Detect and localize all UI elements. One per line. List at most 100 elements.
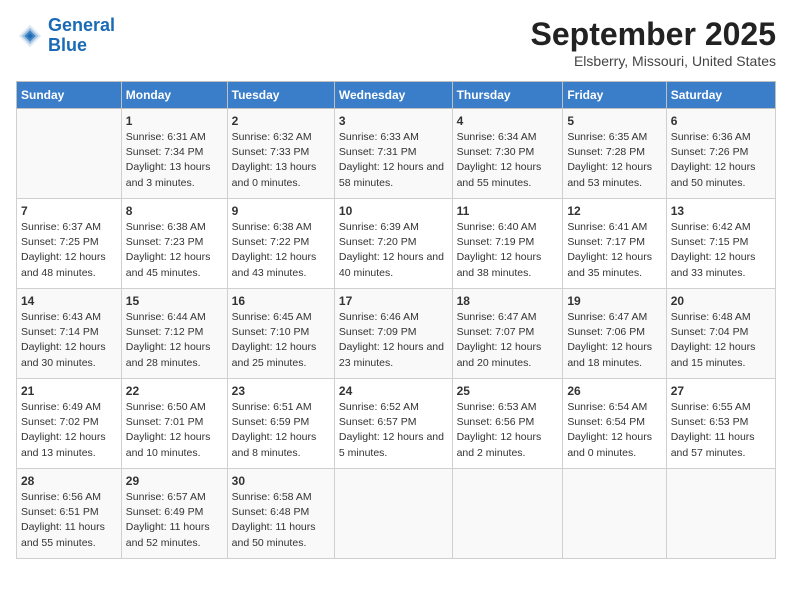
day-info: Sunrise: 6:47 AMSunset: 7:07 PMDaylight:… (457, 310, 559, 371)
calendar-cell (666, 469, 775, 559)
calendar-cell: 10 Sunrise: 6:39 AMSunset: 7:20 PMDaylig… (334, 199, 452, 289)
day-number: 22 (126, 384, 223, 398)
day-info: Sunrise: 6:53 AMSunset: 6:56 PMDaylight:… (457, 400, 559, 461)
calendar-week-2: 7 Sunrise: 6:37 AMSunset: 7:25 PMDayligh… (17, 199, 776, 289)
day-number: 2 (232, 114, 330, 128)
calendar-cell: 25 Sunrise: 6:53 AMSunset: 6:56 PMDaylig… (452, 379, 563, 469)
day-number: 19 (567, 294, 661, 308)
day-number: 3 (339, 114, 448, 128)
calendar-cell: 18 Sunrise: 6:47 AMSunset: 7:07 PMDaylig… (452, 289, 563, 379)
header-row: Sunday Monday Tuesday Wednesday Thursday… (17, 82, 776, 109)
day-info: Sunrise: 6:42 AMSunset: 7:15 PMDaylight:… (671, 220, 771, 281)
calendar-cell (17, 109, 122, 199)
day-number: 11 (457, 204, 559, 218)
calendar-cell: 7 Sunrise: 6:37 AMSunset: 7:25 PMDayligh… (17, 199, 122, 289)
header-monday: Monday (121, 82, 227, 109)
calendar-cell: 20 Sunrise: 6:48 AMSunset: 7:04 PMDaylig… (666, 289, 775, 379)
day-number: 17 (339, 294, 448, 308)
day-info: Sunrise: 6:41 AMSunset: 7:17 PMDaylight:… (567, 220, 661, 281)
day-info: Sunrise: 6:50 AMSunset: 7:01 PMDaylight:… (126, 400, 223, 461)
logo-text: General Blue (48, 16, 115, 56)
page-header: General Blue September 2025 Elsberry, Mi… (16, 16, 776, 69)
calendar-cell: 17 Sunrise: 6:46 AMSunset: 7:09 PMDaylig… (334, 289, 452, 379)
calendar-cell: 22 Sunrise: 6:50 AMSunset: 7:01 PMDaylig… (121, 379, 227, 469)
day-info: Sunrise: 6:37 AMSunset: 7:25 PMDaylight:… (21, 220, 117, 281)
calendar-table: Sunday Monday Tuesday Wednesday Thursday… (16, 81, 776, 559)
calendar-cell: 15 Sunrise: 6:44 AMSunset: 7:12 PMDaylig… (121, 289, 227, 379)
calendar-cell: 4 Sunrise: 6:34 AMSunset: 7:30 PMDayligh… (452, 109, 563, 199)
header-tuesday: Tuesday (227, 82, 334, 109)
day-info: Sunrise: 6:31 AMSunset: 7:34 PMDaylight:… (126, 130, 223, 191)
header-friday: Friday (563, 82, 666, 109)
day-info: Sunrise: 6:40 AMSunset: 7:19 PMDaylight:… (457, 220, 559, 281)
day-info: Sunrise: 6:57 AMSunset: 6:49 PMDaylight:… (126, 490, 223, 551)
calendar-cell: 16 Sunrise: 6:45 AMSunset: 7:10 PMDaylig… (227, 289, 334, 379)
calendar-week-5: 28 Sunrise: 6:56 AMSunset: 6:51 PMDaylig… (17, 469, 776, 559)
day-info: Sunrise: 6:47 AMSunset: 7:06 PMDaylight:… (567, 310, 661, 371)
header-saturday: Saturday (666, 82, 775, 109)
title-block: September 2025 Elsberry, Missouri, Unite… (531, 16, 776, 69)
day-info: Sunrise: 6:38 AMSunset: 7:22 PMDaylight:… (232, 220, 330, 281)
calendar-cell: 26 Sunrise: 6:54 AMSunset: 6:54 PMDaylig… (563, 379, 666, 469)
day-number: 16 (232, 294, 330, 308)
calendar-week-3: 14 Sunrise: 6:43 AMSunset: 7:14 PMDaylig… (17, 289, 776, 379)
calendar-header: Sunday Monday Tuesday Wednesday Thursday… (17, 82, 776, 109)
calendar-cell: 9 Sunrise: 6:38 AMSunset: 7:22 PMDayligh… (227, 199, 334, 289)
day-number: 12 (567, 204, 661, 218)
calendar-cell: 28 Sunrise: 6:56 AMSunset: 6:51 PMDaylig… (17, 469, 122, 559)
logo-icon (16, 22, 44, 50)
day-info: Sunrise: 6:43 AMSunset: 7:14 PMDaylight:… (21, 310, 117, 371)
calendar-cell: 2 Sunrise: 6:32 AMSunset: 7:33 PMDayligh… (227, 109, 334, 199)
calendar-subtitle: Elsberry, Missouri, United States (531, 53, 776, 69)
calendar-cell: 6 Sunrise: 6:36 AMSunset: 7:26 PMDayligh… (666, 109, 775, 199)
day-info: Sunrise: 6:55 AMSunset: 6:53 PMDaylight:… (671, 400, 771, 461)
header-sunday: Sunday (17, 82, 122, 109)
day-info: Sunrise: 6:48 AMSunset: 7:04 PMDaylight:… (671, 310, 771, 371)
header-thursday: Thursday (452, 82, 563, 109)
day-number: 7 (21, 204, 117, 218)
day-number: 28 (21, 474, 117, 488)
calendar-cell: 21 Sunrise: 6:49 AMSunset: 7:02 PMDaylig… (17, 379, 122, 469)
calendar-cell: 12 Sunrise: 6:41 AMSunset: 7:17 PMDaylig… (563, 199, 666, 289)
day-info: Sunrise: 6:32 AMSunset: 7:33 PMDaylight:… (232, 130, 330, 191)
calendar-cell: 29 Sunrise: 6:57 AMSunset: 6:49 PMDaylig… (121, 469, 227, 559)
day-number: 18 (457, 294, 559, 308)
day-info: Sunrise: 6:35 AMSunset: 7:28 PMDaylight:… (567, 130, 661, 191)
day-number: 29 (126, 474, 223, 488)
calendar-cell: 27 Sunrise: 6:55 AMSunset: 6:53 PMDaylig… (666, 379, 775, 469)
day-info: Sunrise: 6:44 AMSunset: 7:12 PMDaylight:… (126, 310, 223, 371)
day-number: 1 (126, 114, 223, 128)
calendar-cell: 23 Sunrise: 6:51 AMSunset: 6:59 PMDaylig… (227, 379, 334, 469)
day-info: Sunrise: 6:46 AMSunset: 7:09 PMDaylight:… (339, 310, 448, 371)
day-info: Sunrise: 6:36 AMSunset: 7:26 PMDaylight:… (671, 130, 771, 191)
logo: General Blue (16, 16, 115, 56)
day-info: Sunrise: 6:56 AMSunset: 6:51 PMDaylight:… (21, 490, 117, 551)
day-info: Sunrise: 6:58 AMSunset: 6:48 PMDaylight:… (232, 490, 330, 551)
calendar-week-1: 1 Sunrise: 6:31 AMSunset: 7:34 PMDayligh… (17, 109, 776, 199)
calendar-cell: 19 Sunrise: 6:47 AMSunset: 7:06 PMDaylig… (563, 289, 666, 379)
day-info: Sunrise: 6:51 AMSunset: 6:59 PMDaylight:… (232, 400, 330, 461)
day-number: 13 (671, 204, 771, 218)
day-number: 27 (671, 384, 771, 398)
day-number: 25 (457, 384, 559, 398)
day-number: 21 (21, 384, 117, 398)
day-number: 9 (232, 204, 330, 218)
day-number: 26 (567, 384, 661, 398)
header-wednesday: Wednesday (334, 82, 452, 109)
day-info: Sunrise: 6:39 AMSunset: 7:20 PMDaylight:… (339, 220, 448, 281)
calendar-cell: 11 Sunrise: 6:40 AMSunset: 7:19 PMDaylig… (452, 199, 563, 289)
calendar-week-4: 21 Sunrise: 6:49 AMSunset: 7:02 PMDaylig… (17, 379, 776, 469)
day-number: 23 (232, 384, 330, 398)
day-info: Sunrise: 6:52 AMSunset: 6:57 PMDaylight:… (339, 400, 448, 461)
calendar-cell (452, 469, 563, 559)
day-info: Sunrise: 6:45 AMSunset: 7:10 PMDaylight:… (232, 310, 330, 371)
calendar-cell: 3 Sunrise: 6:33 AMSunset: 7:31 PMDayligh… (334, 109, 452, 199)
calendar-title: September 2025 (531, 16, 776, 53)
day-info: Sunrise: 6:34 AMSunset: 7:30 PMDaylight:… (457, 130, 559, 191)
day-number: 10 (339, 204, 448, 218)
calendar-cell: 24 Sunrise: 6:52 AMSunset: 6:57 PMDaylig… (334, 379, 452, 469)
day-number: 14 (21, 294, 117, 308)
day-number: 24 (339, 384, 448, 398)
day-number: 6 (671, 114, 771, 128)
calendar-cell: 5 Sunrise: 6:35 AMSunset: 7:28 PMDayligh… (563, 109, 666, 199)
